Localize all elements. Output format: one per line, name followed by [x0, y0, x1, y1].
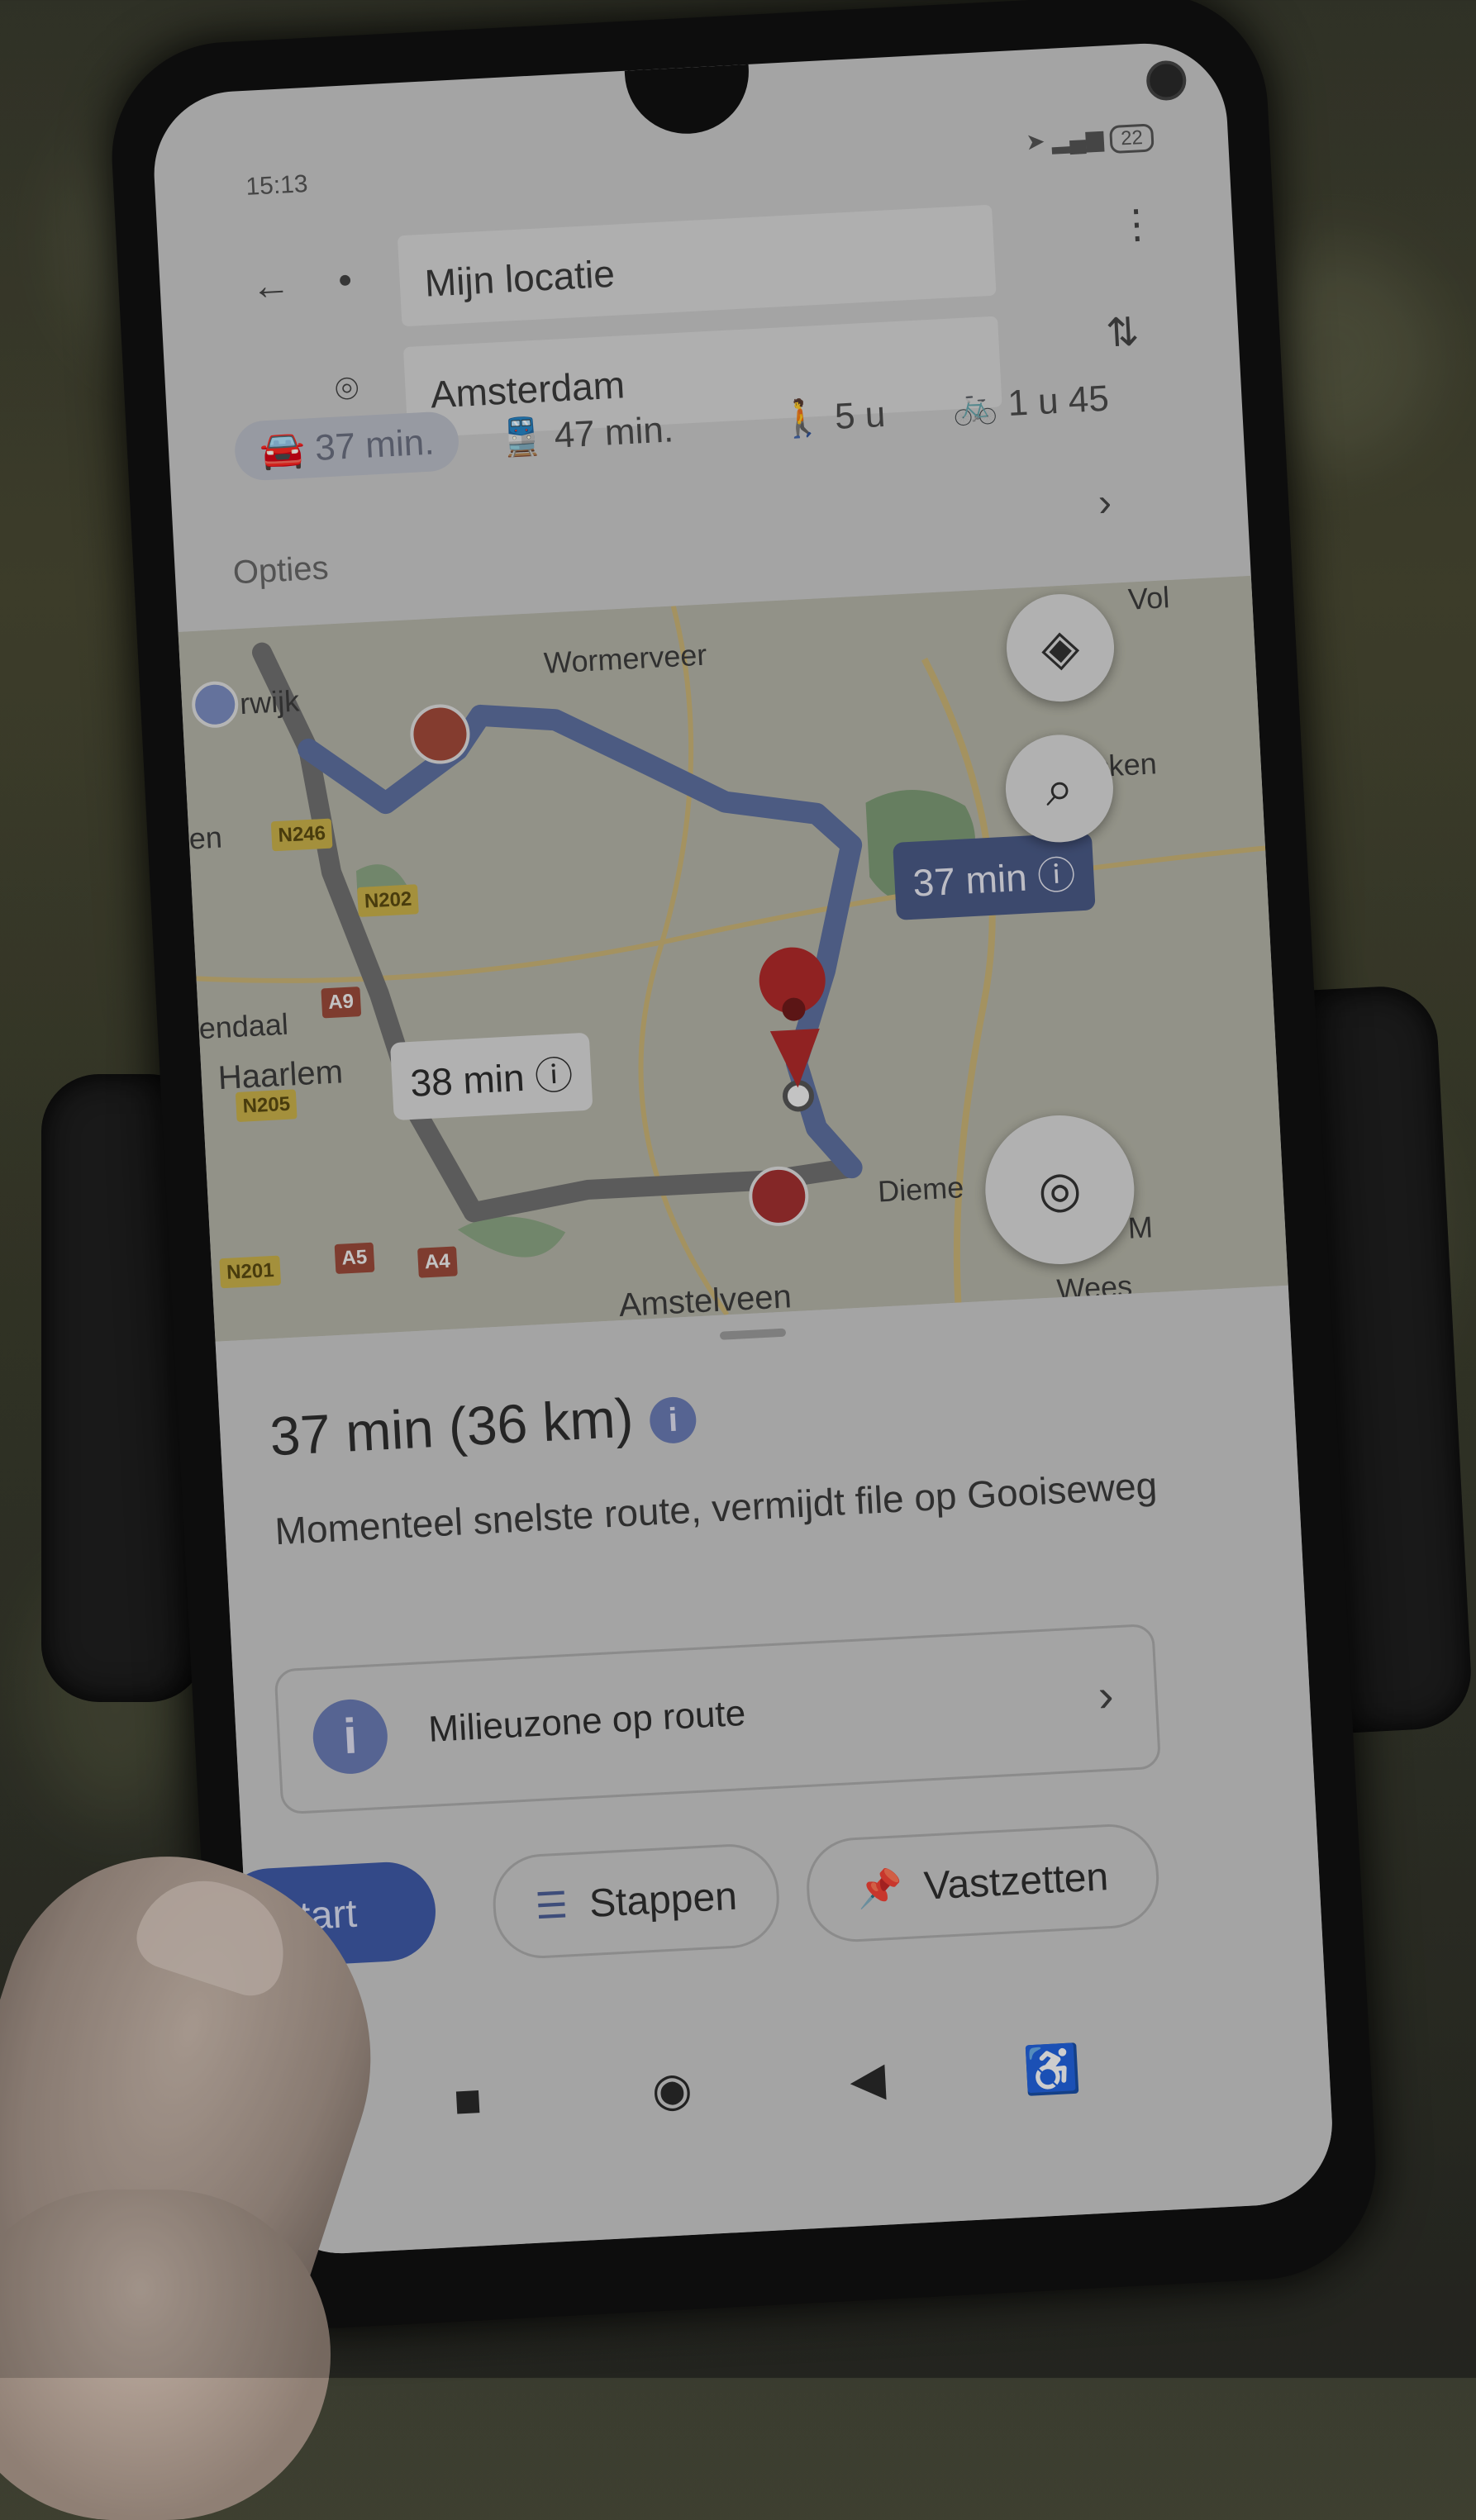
recents-icon[interactable]: ■ — [452, 2072, 483, 2128]
more-menu-icon[interactable]: ⋮ — [1116, 200, 1158, 248]
info-icon[interactable]: i — [648, 1396, 698, 1444]
info-icon: i — [311, 1697, 390, 1776]
destination-pin-icon: ⌾ — [334, 367, 360, 412]
info-icon: ⓘ — [533, 1053, 574, 1099]
road-badge: N246 — [270, 818, 333, 852]
transit-icon: 🚆 — [498, 416, 545, 459]
road-badge: N201 — [219, 1255, 282, 1289]
accessibility-icon[interactable]: ♿ — [1021, 2041, 1082, 2099]
route-time: 38 min — [409, 1055, 526, 1105]
route-description: Momenteel snelste route, vermijdt file o… — [274, 1463, 1159, 1553]
home-icon[interactable]: ◉ — [650, 2061, 693, 2118]
mode-walk[interactable]: 🚶 5 u — [778, 392, 887, 441]
front-camera — [1145, 59, 1188, 102]
system-nav-bar: ■ ◉ ◀ ♿ — [254, 2012, 1331, 2167]
options-link[interactable]: Opties — [232, 549, 330, 592]
road-badge: A9 — [321, 987, 361, 1019]
map[interactable]: Wormerveer Monnicken Haarlem Amstelveen … — [178, 575, 1288, 1342]
place-label: rwijk — [239, 683, 301, 721]
status-icons: ➤ ▂▄▆ 22 — [1025, 121, 1155, 158]
road-badge: A4 — [417, 1246, 458, 1278]
mode-car[interactable]: 🚘 37 min. — [233, 410, 461, 483]
crosshair-icon: ◎ — [1036, 1160, 1083, 1219]
road-badge: A5 — [334, 1242, 375, 1275]
notice-label: Milieuzone op route — [427, 1692, 747, 1750]
route-details-sheet: 37 min (36 km) i Momenteel snelste route,… — [215, 1285, 1336, 2258]
pin-label: Vastzetten — [922, 1854, 1110, 1909]
place-label: Dieme — [877, 1170, 965, 1209]
place-label: endaal — [198, 1006, 289, 1046]
origin-field[interactable]: Mijn locatie — [397, 204, 997, 327]
route-summary-text: 37 min (36 km) — [268, 1386, 636, 1467]
mode-transit[interactable]: 🚆 47 min. — [498, 407, 675, 459]
route-summary: 37 min (36 km) i — [269, 1383, 698, 1468]
car-icon: 🚘 — [258, 428, 307, 472]
origin-field-text: Mijn locatie — [423, 251, 617, 305]
mode-transit-label: 47 min. — [553, 409, 675, 456]
info-icon: ⓘ — [1036, 853, 1077, 898]
notice-card[interactable]: i Milieuzone op route › — [274, 1623, 1162, 1815]
drag-handle[interactable] — [719, 1328, 787, 1340]
list-icon: ☰ — [534, 1884, 569, 1927]
route-time: 37 min — [912, 855, 1028, 905]
layers-icon: ◈ — [1040, 618, 1081, 677]
signal-icon: ▂▄▆ — [1050, 125, 1105, 154]
status-time: 15:13 — [245, 170, 309, 201]
battery-icon: 22 — [1109, 123, 1155, 155]
mode-bike-label: 1 u 45 — [1007, 378, 1110, 424]
back-arrow-icon[interactable]: ← — [250, 262, 292, 309]
place-label: en — [188, 820, 223, 856]
pin-icon: 📌 — [856, 1867, 904, 1910]
route-time-bubble-alt[interactable]: 38 min ⓘ — [389, 1032, 593, 1121]
steps-label: Stappen — [588, 1874, 739, 1926]
road-badge: N202 — [357, 884, 420, 917]
location-arrow-icon: ➤ — [1025, 128, 1046, 155]
back-icon[interactable]: ◀ — [849, 2052, 887, 2108]
place-label: Vol — [1126, 580, 1171, 616]
walk-icon: 🚶 — [778, 397, 826, 440]
pin-button[interactable]: 📌 Vastzetten — [804, 1822, 1162, 1945]
road-badge: N205 — [235, 1089, 298, 1123]
mode-bike[interactable]: 🚲 1 u 45 — [951, 377, 1110, 428]
swap-icon[interactable]: ⇅ — [1105, 309, 1140, 357]
notch — [624, 59, 1188, 137]
finger-lower — [0, 2190, 331, 2520]
chevron-right-icon[interactable]: › — [1097, 480, 1113, 526]
bike-icon: 🚲 — [951, 383, 999, 427]
mode-car-label: 37 min. — [313, 421, 436, 468]
chevron-right-icon: › — [1097, 1668, 1116, 1722]
mode-walk-label: 5 u — [833, 393, 887, 437]
route-time-bubble-selected[interactable]: 37 min ⓘ — [893, 832, 1096, 920]
steps-button[interactable]: ☰ Stappen — [490, 1842, 782, 1961]
origin-dot-icon: ● — [336, 265, 354, 294]
place-label: M — [1126, 1210, 1154, 1245]
search-icon: ⌕ — [1044, 759, 1075, 817]
phone-screen: 15:13 ➤ ▂▄▆ 22 ← ● Mijn locatie ⌾ Amster… — [150, 39, 1336, 2258]
